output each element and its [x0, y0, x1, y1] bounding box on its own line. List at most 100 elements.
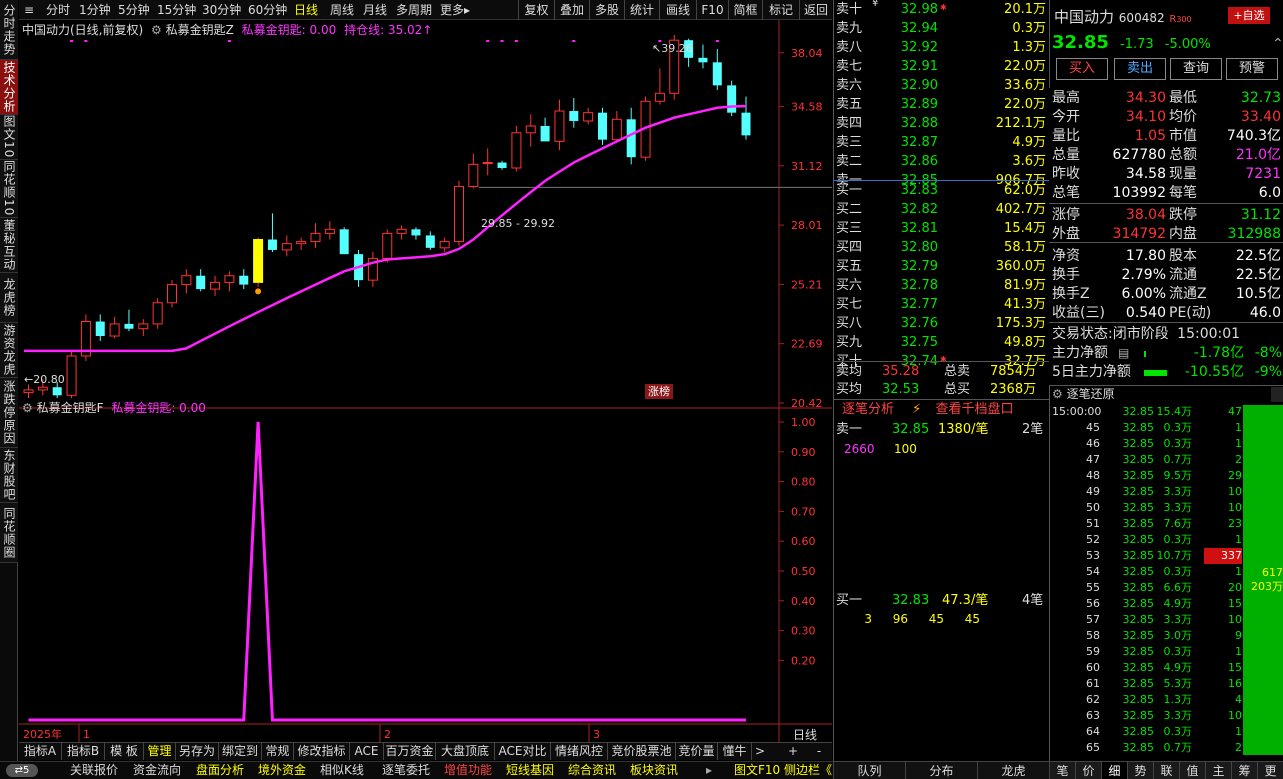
buys-price-4[interactable]: 32.80: [880, 238, 938, 257]
side-tab-8[interactable]: 涨跌停原因: [0, 378, 18, 448]
period-tab-3[interactable]: 5分钟: [118, 0, 150, 20]
side-tab-4[interactable]: 同花顺10: [0, 160, 18, 218]
status-item-1[interactable]: 关联报价: [70, 762, 118, 779]
sub-indicator-name[interactable]: 私募金钥匙F: [37, 401, 104, 415]
side-tab-5[interactable]: 董秘互动: [0, 218, 18, 273]
tool-button-6[interactable]: F10: [696, 0, 728, 20]
buys-price-3[interactable]: 32.81: [880, 219, 938, 238]
buys-price-9[interactable]: 32.75: [880, 333, 938, 352]
kline-chart[interactable]: 38.04 34.58 31.12 28.01 25.21 22.69 20.42 1.00 0…: [19, 20, 832, 742]
buys-price-6[interactable]: 32.78: [880, 276, 938, 295]
indicator-tab-14[interactable]: 竞价股票池: [608, 742, 676, 760]
period-toolbar-menu-icon[interactable]: ≡: [24, 0, 34, 20]
tool-button-4[interactable]: 统计: [624, 0, 659, 20]
status-f10-sidebar[interactable]: 图文F10 侧边栏《: [734, 762, 832, 779]
trade-analysis-tab[interactable]: 逐笔分析: [842, 402, 894, 417]
status-scroll-icon[interactable]: ▸: [706, 762, 712, 779]
status-item-7[interactable]: 增值功能: [444, 762, 492, 779]
add-watchlist-button[interactable]: +自选: [1228, 7, 1270, 24]
side-tab-7[interactable]: 游资龙虎: [0, 323, 18, 378]
view-depth-link[interactable]: 查看千档盘口: [935, 402, 1013, 417]
indicator-tab-3[interactable]: 模 板: [105, 742, 144, 760]
sells-price-7[interactable]: 32.88: [880, 114, 938, 133]
flow-detail-icon[interactable]: ▤: [1118, 344, 1129, 363]
indicator-tab-7[interactable]: 常规: [262, 742, 294, 760]
indicator-tab-11[interactable]: 大盘顶底: [436, 742, 495, 760]
indicator-tab-6[interactable]: 绑定到: [219, 742, 262, 760]
status-item-6[interactable]: 逐笔委托: [382, 762, 430, 779]
mid-tab-2[interactable]: 分布: [905, 761, 977, 779]
side-tab-6[interactable]: 龙虎榜: [0, 273, 18, 323]
status-badge[interactable]: ⇄5: [6, 764, 38, 777]
tool-button-8[interactable]: 标记: [762, 0, 799, 20]
sells-price-1[interactable]: 32.98: [880, 0, 938, 19]
period-tab-11[interactable]: 更多▸: [440, 0, 470, 20]
side-tab-2[interactable]: 技术分析: [0, 60, 18, 115]
indicator-tab-15[interactable]: 竞价量: [676, 742, 718, 760]
tool-button-9[interactable]: 返回: [799, 0, 832, 20]
period-tab-9[interactable]: 月线: [363, 0, 387, 20]
collapse-icon[interactable]: ⌃: [1272, 36, 1283, 52]
action-button-4[interactable]: 预警: [1226, 58, 1278, 80]
buys-price-7[interactable]: 32.77: [880, 295, 938, 314]
status-item-10[interactable]: 板块资讯: [630, 762, 678, 779]
action-button-1[interactable]: 买入: [1056, 58, 1108, 80]
indicator-tab-13[interactable]: 情绪风控: [551, 742, 608, 760]
tool-button-5[interactable]: 画线: [659, 0, 696, 20]
indicator-tab-5[interactable]: 另存为: [176, 742, 219, 760]
indicator-tab-16[interactable]: 懂牛: [718, 742, 752, 760]
status-item-2[interactable]: 资金流向: [133, 762, 181, 779]
action-button-3[interactable]: 查询: [1170, 58, 1222, 80]
status-item-8[interactable]: 短线基因: [506, 762, 554, 779]
indicator-tab-10[interactable]: 百万资金: [384, 742, 436, 760]
buys-price-2[interactable]: 32.82: [880, 200, 938, 219]
indicator-tab-1[interactable]: 指标A: [19, 742, 62, 760]
period-tab-5[interactable]: 30分钟: [202, 0, 241, 20]
sub-indicator-gear-icon[interactable]: ⚙: [22, 401, 33, 415]
limit-up-badge[interactable]: 涨榜: [645, 384, 673, 399]
indicator-tab-8[interactable]: 修改指标: [294, 742, 350, 760]
right-tab-6[interactable]: 值: [1179, 761, 1205, 779]
mid-tab-3[interactable]: 龙虎: [977, 761, 1049, 779]
side-tab-10[interactable]: 同花顺圈: [0, 503, 18, 563]
indicator-tab-9[interactable]: ACE: [350, 742, 384, 760]
right-tab-7[interactable]: 主: [1205, 761, 1231, 779]
period-tab-1[interactable]: 分时: [46, 0, 70, 20]
right-tab-5[interactable]: 联: [1153, 761, 1179, 779]
status-item-5[interactable]: 相似K线: [320, 762, 364, 779]
indicator-tab-12[interactable]: ACE对比: [495, 742, 551, 760]
sells-price-6[interactable]: 32.89: [880, 95, 938, 114]
side-tab-3[interactable]: 图文10: [0, 115, 18, 160]
indicator-gear-icon[interactable]: ⚙: [151, 23, 162, 37]
buys-price-1[interactable]: 32.83: [880, 181, 938, 200]
status-item-3[interactable]: 盘面分析: [196, 762, 244, 779]
period-tab-7[interactable]: 日线: [294, 0, 318, 20]
sells-price-9[interactable]: 32.86: [880, 152, 938, 171]
bottom-scroll-right[interactable]: >: [754, 742, 766, 760]
tool-button-3[interactable]: 多股: [589, 0, 624, 20]
tick-scrollbar[interactable]: [1271, 387, 1283, 402]
zoom-in-button[interactable]: +: [786, 742, 800, 760]
action-button-2[interactable]: 卖出: [1114, 58, 1166, 80]
right-tab-3[interactable]: 细: [1101, 761, 1127, 779]
tool-button-1[interactable]: 复权: [518, 0, 554, 20]
side-tab-1[interactable]: 分时走势: [0, 0, 18, 60]
right-tab-8[interactable]: 筹: [1231, 761, 1257, 779]
status-item-9[interactable]: 综合资讯: [568, 762, 616, 779]
indicator-tab-4[interactable]: 管理: [144, 742, 176, 760]
indicator-name[interactable]: 私募金钥匙Z: [166, 23, 234, 37]
sells-price-4[interactable]: 32.91: [880, 57, 938, 76]
buys-price-8[interactable]: 32.76: [880, 314, 938, 333]
right-tab-2[interactable]: 价: [1075, 761, 1101, 779]
tool-button-2[interactable]: 叠加: [554, 0, 589, 20]
period-tab-2[interactable]: 1分钟: [79, 0, 111, 20]
sells-price-5[interactable]: 32.90: [880, 76, 938, 95]
period-tab-8[interactable]: 周线: [330, 0, 354, 20]
right-tab-1[interactable]: 笔: [1049, 761, 1075, 779]
sells-price-8[interactable]: 32.87: [880, 133, 938, 152]
indicator-tab-2[interactable]: 指标B: [62, 742, 105, 760]
period-tab-10[interactable]: 多周期: [396, 0, 432, 20]
right-tab-9[interactable]: 更: [1257, 761, 1283, 779]
tick-panel-title[interactable]: ⚙ 逐笔还原: [1052, 386, 1115, 402]
sells-price-3[interactable]: 32.92: [880, 38, 938, 57]
